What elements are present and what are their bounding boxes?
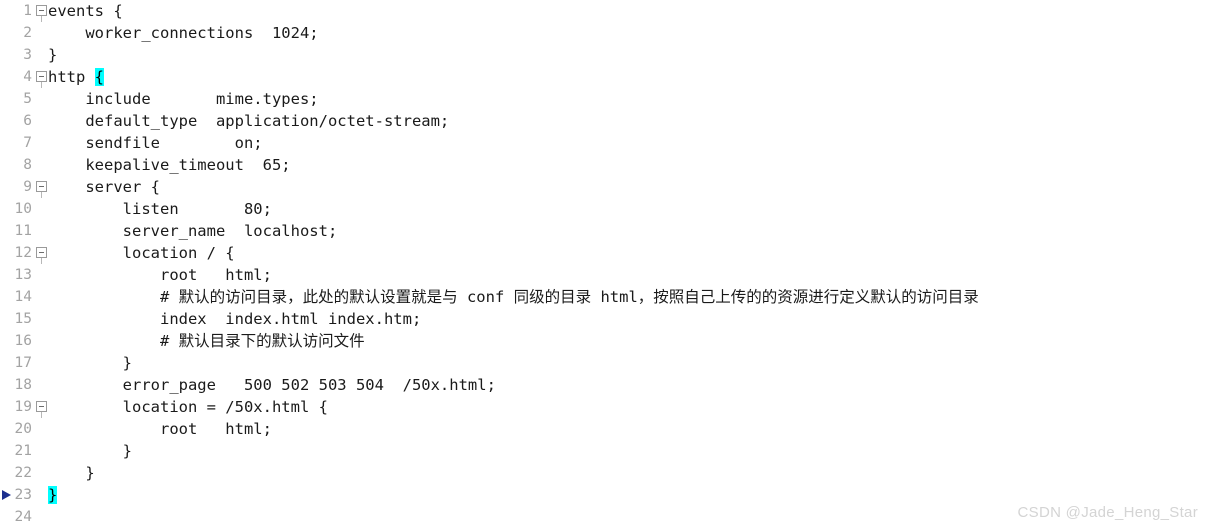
code-text: # 默认目录下的默认访问文件: [48, 332, 365, 350]
line-number: 1: [23, 3, 32, 19]
code-text: }: [48, 484, 58, 506]
code-editor[interactable]: 1 events {2 worker_connections 1024; 3} 4 ht…: [0, 0, 1212, 527]
line-number: 17: [14, 355, 32, 371]
code-text: default_type application/octet-stream;: [48, 112, 450, 130]
code-text: events {: [48, 2, 123, 20]
code-line[interactable]: 8 keepalive_timeout 65;: [0, 154, 1212, 176]
code-line[interactable]: 17 }: [0, 352, 1212, 374]
code-text: keepalive_timeout 65;: [48, 156, 291, 174]
code-line[interactable]: 18 error_page 500 502 503 504 /50x.html;: [0, 374, 1212, 396]
watermark: CSDN @Jade_Heng_Star: [1017, 504, 1198, 521]
fold-collapse-icon[interactable]: [36, 181, 47, 192]
code-line[interactable]: 20 root html;: [0, 418, 1212, 440]
line-number: 6: [23, 113, 32, 129]
code-line[interactable]: 5 include mime.types;: [0, 88, 1212, 110]
code-line[interactable]: 12 location / {: [0, 242, 1212, 264]
line-number: 4: [23, 69, 32, 85]
matching-brace-highlight: {: [94, 68, 105, 86]
fold-collapse-icon[interactable]: [36, 401, 47, 412]
fold-cell[interactable]: [36, 506, 52, 528]
code-line[interactable]: 7 sendfile on;: [0, 132, 1212, 154]
line-number: 8: [23, 157, 32, 173]
code-line[interactable]: 3}: [0, 44, 1212, 66]
line-number: 9: [23, 179, 32, 195]
line-number: 13: [14, 267, 32, 283]
code-text: worker_connections 1024;: [48, 24, 319, 42]
code-line[interactable]: 22 }: [0, 462, 1212, 484]
line-number: 19: [14, 399, 32, 415]
code-line[interactable]: 13 root html;: [0, 264, 1212, 286]
code-text: root html;: [48, 266, 272, 284]
code-text: server {: [48, 178, 160, 196]
code-segment: http: [48, 68, 95, 86]
code-text: }: [48, 354, 132, 372]
code-text: location / {: [48, 244, 235, 262]
code-line[interactable]: 16 # 默认目录下的默认访问文件: [0, 330, 1212, 352]
line-number: 14: [14, 289, 32, 305]
code-text: error_page 500 502 503 504 /50x.html;: [48, 376, 496, 394]
code-text: server_name localhost;: [48, 222, 338, 240]
line-number: 24: [14, 509, 32, 525]
line-number: 16: [14, 333, 32, 349]
code-line[interactable]: 4 http {: [0, 66, 1212, 88]
line-number: 20: [14, 421, 32, 437]
code-line[interactable]: 2 worker_connections 1024;: [0, 22, 1212, 44]
code-line[interactable]: 15 index index.html index.htm;: [0, 308, 1212, 330]
code-line[interactable]: 1 events {: [0, 0, 1212, 22]
line-number: 18: [14, 377, 32, 393]
fold-collapse-icon[interactable]: [36, 247, 47, 258]
code-text: }: [48, 46, 58, 64]
code-text: http {: [48, 66, 105, 88]
line-number: 22: [14, 465, 32, 481]
line-number: 23: [14, 487, 32, 503]
code-line[interactable]: 23}: [0, 484, 1212, 506]
fold-collapse-icon[interactable]: [36, 71, 47, 82]
code-text: }: [48, 464, 95, 482]
code-text: location = /50x.html {: [48, 398, 328, 416]
line-number: 5: [23, 91, 32, 107]
line-number: 2: [23, 25, 32, 41]
line-number: 10: [14, 201, 32, 217]
line-number: 12: [14, 245, 32, 261]
code-line[interactable]: 14 # 默认的访问目录，此处的默认设置就是与 conf 同级的目录 html，…: [0, 286, 1212, 308]
code-line[interactable]: 21 }: [0, 440, 1212, 462]
code-line-list: 1 events {2 worker_connections 1024; 3} 4 ht…: [0, 0, 1212, 528]
code-line[interactable]: 19 location = /50x.html {: [0, 396, 1212, 418]
code-line[interactable]: 9 server {: [0, 176, 1212, 198]
code-text: }: [48, 442, 132, 460]
code-text: sendfile on;: [48, 134, 263, 152]
line-number: 7: [23, 135, 32, 151]
code-text: index index.html index.htm;: [48, 310, 422, 328]
fold-collapse-icon[interactable]: [36, 5, 47, 16]
line-number: 15: [14, 311, 32, 327]
code-text: include mime.types;: [48, 90, 319, 108]
code-line[interactable]: 11 server_name localhost;: [0, 220, 1212, 242]
line-number: 3: [23, 47, 32, 63]
matching-brace-highlight: }: [48, 486, 58, 504]
code-line[interactable]: 6 default_type application/octet-stream;: [0, 110, 1212, 132]
code-text: listen 80;: [48, 200, 272, 218]
code-text: root html;: [48, 420, 272, 438]
code-line[interactable]: 10 listen 80;: [0, 198, 1212, 220]
code-text: # 默认的访问目录，此处的默认设置就是与 conf 同级的目录 html，按照自…: [48, 288, 979, 306]
line-number: 11: [14, 223, 32, 239]
line-number: 21: [14, 443, 32, 459]
